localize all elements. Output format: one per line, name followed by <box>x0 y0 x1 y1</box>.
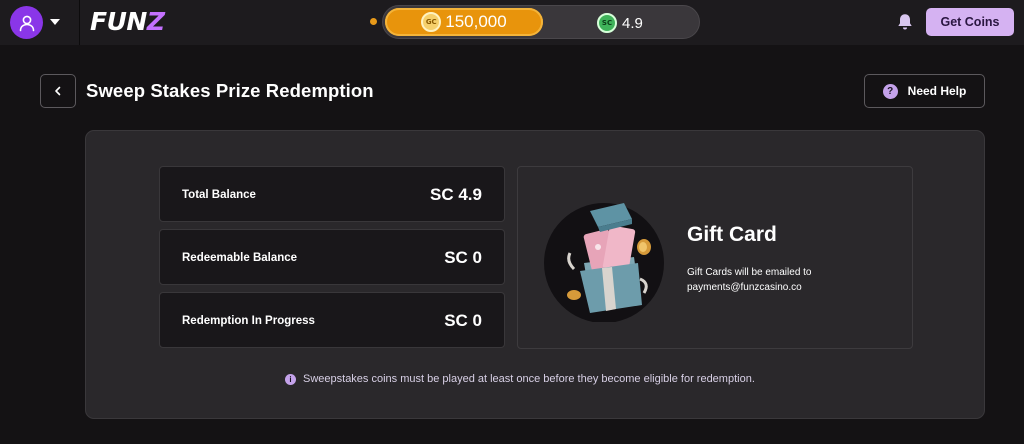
back-button[interactable] <box>40 74 76 108</box>
sweeps-coins-amount: 4.9 <box>622 14 643 32</box>
top-bar: FUN Z GC 150,000 SC 4.9 Get Coins <box>0 0 1024 45</box>
caret-down-icon[interactable] <box>50 18 60 26</box>
balance-label: Total Balance <box>182 189 256 201</box>
need-help-label: Need Help <box>907 84 967 98</box>
gift-card-description: Gift Cards will be emailed to payments@f… <box>687 267 812 293</box>
get-coins-button[interactable]: Get Coins <box>926 8 1014 36</box>
status-dot <box>370 18 377 25</box>
balance-label: Redeemable Balance <box>182 252 298 264</box>
gold-coins-amount: 150,000 <box>445 12 507 31</box>
redeemable-balance-row: Redeemable Balance SC 0 <box>159 229 505 285</box>
balance-label: Redemption In Progress <box>182 315 315 327</box>
logo-accent: Z <box>146 7 165 36</box>
sweeps-coins-toggle[interactable]: SC 4.9 <box>597 13 643 33</box>
eligibility-notice: i Sweepstakes coins must be played at le… <box>285 371 755 387</box>
sweeps-coin-icon: SC <box>597 13 617 33</box>
account-area <box>0 0 80 45</box>
gold-coin-icon: GC <box>421 12 442 32</box>
balance-value: SC 4.9 <box>430 185 482 204</box>
total-balance-row: Total Balance SC 4.9 <box>159 166 505 222</box>
info-icon: i <box>285 373 296 385</box>
coin-toggle: GC 150,000 SC 4.9 <box>382 5 700 39</box>
notice-text: Sweepstakes coins must be played at leas… <box>303 373 755 385</box>
user-icon <box>19 15 34 31</box>
chevron-left-icon <box>55 86 61 96</box>
need-help-button[interactable]: ? Need Help <box>864 74 985 108</box>
redemption-in-progress-row: Redemption In Progress SC 0 <box>159 292 505 348</box>
redemption-card: Total Balance SC 4.9 Redeemable Balance … <box>85 130 985 419</box>
question-icon: ? <box>882 83 898 99</box>
page-title: Sweep Stakes Prize Redemption <box>86 80 374 101</box>
gift-card-title: Gift Card <box>687 223 777 246</box>
balance-value: SC 0 <box>444 311 482 330</box>
balance-value: SC 0 <box>444 248 482 267</box>
logo-text: FUN <box>90 7 147 36</box>
avatar[interactable] <box>10 6 43 39</box>
gift-box-icon <box>544 203 664 322</box>
gold-coins-toggle[interactable]: GC 150,000 <box>385 8 543 36</box>
logo[interactable]: FUN Z <box>90 7 165 36</box>
gift-card-option[interactable]: Gift Card Gift Cards will be emailed to … <box>517 166 913 349</box>
bell-icon[interactable] <box>895 11 915 33</box>
